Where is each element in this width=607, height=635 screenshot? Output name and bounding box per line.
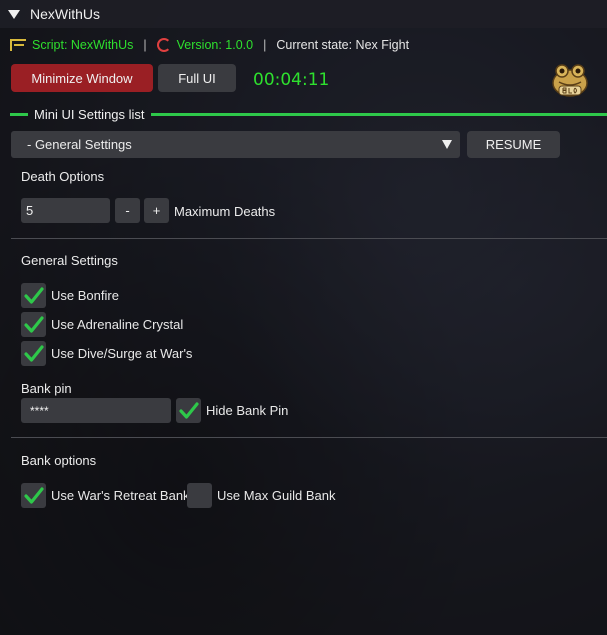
mini-ui-settings-title: Mini UI Settings list [34, 106, 145, 122]
use-adrenaline-crystal-option[interactable]: Use Adrenaline Crystal [21, 312, 183, 337]
mini-ui-settings-header: Mini UI Settings list [10, 106, 607, 122]
divider [11, 437, 607, 438]
checkmark-icon [23, 486, 44, 504]
script-label: Script: NexWithUs [32, 38, 134, 52]
use-adrenaline-crystal-label: Use Adrenaline Crystal [51, 317, 184, 332]
dropdown-selected-value: - General Settings [27, 137, 132, 152]
header-line-right [150, 112, 607, 116]
use-dive-surge-checkbox[interactable] [21, 341, 46, 366]
separator: | [143, 38, 147, 52]
bank-pin-input[interactable]: **** [21, 398, 171, 423]
max-deaths-label: Maximum Deaths [174, 204, 276, 219]
checkmark-icon [23, 286, 44, 304]
version-label: Version: 1.0.0 [176, 38, 254, 52]
use-dive-surge-label: Use Dive/Surge at War's [51, 346, 193, 361]
use-bonfire-checkbox[interactable] [21, 283, 46, 308]
use-max-guild-bank-label: Use Max Guild Bank [217, 488, 336, 503]
general-settings-heading: General Settings [21, 253, 118, 268]
resume-button[interactable]: RESUME [467, 131, 560, 158]
use-wars-retreat-bank-checkbox[interactable] [21, 483, 46, 508]
bank-pin-value: **** [30, 403, 49, 418]
current-state-label: Current state: Nex Fight [276, 38, 410, 52]
max-deaths-value: 5 [26, 203, 34, 218]
separator: | [263, 38, 267, 52]
checkmark-icon [23, 344, 44, 362]
max-deaths-input[interactable]: 5 [21, 198, 110, 223]
death-options-heading: Death Options [21, 169, 105, 184]
use-dive-surge-option[interactable]: Use Dive/Surge at War's [21, 341, 192, 366]
full-ui-button[interactable]: Full UI [158, 64, 236, 92]
window-titlebar[interactable]: NexWithUs [0, 0, 607, 28]
checkmark-icon [178, 401, 199, 419]
divider [11, 238, 607, 239]
script-window: NexWithUs Script: NexWithUs | Version: 1… [0, 0, 607, 635]
checkmark-icon [23, 315, 44, 333]
collapse-triangle-icon[interactable] [8, 10, 20, 19]
use-max-guild-bank-checkbox[interactable] [187, 483, 212, 508]
settings-category-dropdown[interactable]: - General Settings [11, 131, 460, 158]
increment-button[interactable]: + [144, 198, 169, 223]
window-title: NexWithUs [30, 6, 101, 22]
use-bonfire-option[interactable]: Use Bonfire [21, 283, 119, 308]
bank-options-heading: Bank options [21, 453, 97, 468]
hide-bank-pin-checkbox[interactable] [176, 398, 201, 423]
runtime-timer: 00:04:11 [253, 70, 330, 90]
use-wars-retreat-bank-option[interactable]: Use War's Retreat Bank [21, 483, 190, 508]
script-icon [10, 39, 26, 51]
use-wars-retreat-bank-label: Use War's Retreat Bank [51, 488, 190, 503]
use-adrenaline-crystal-checkbox[interactable] [21, 312, 46, 337]
header-line-left [10, 112, 28, 116]
decrement-button[interactable]: - [115, 198, 140, 223]
toad-logo-icon [552, 64, 588, 97]
info-line: Script: NexWithUs | Version: 1.0.0 | Cur… [10, 38, 409, 52]
version-refresh-icon [156, 38, 171, 52]
minimize-window-button[interactable]: Minimize Window [11, 64, 153, 92]
use-bonfire-label: Use Bonfire [51, 288, 119, 303]
hide-bank-pin-option[interactable]: Hide Bank Pin [176, 398, 288, 423]
hide-bank-pin-label: Hide Bank Pin [206, 403, 289, 418]
bank-pin-heading: Bank pin [21, 381, 72, 396]
dropdown-arrow-icon[interactable] [442, 140, 452, 149]
use-max-guild-bank-option[interactable]: Use Max Guild Bank [187, 483, 336, 508]
